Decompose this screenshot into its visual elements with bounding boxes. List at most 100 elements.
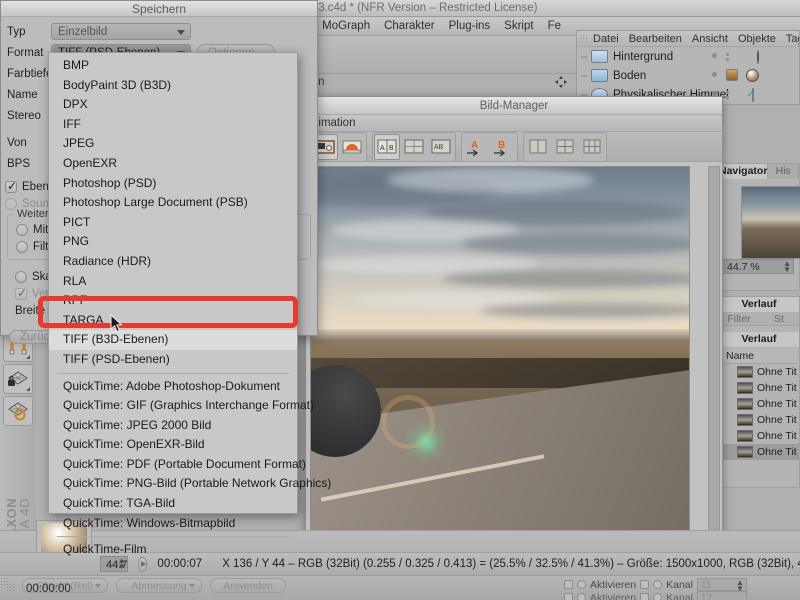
object-row-boden[interactable]: – Boden: [577, 66, 799, 85]
popup-item-bodypaint3d[interactable]: BodyPaint 3D (B3D): [49, 76, 297, 96]
popup-item-qt-gif[interactable]: QuickTime: GIF (Graphics Interchange For…: [49, 396, 314, 416]
popup-item-tiff-psd-ebenen[interactable]: TIFF (PSD-Ebenen): [49, 350, 297, 370]
compare-ab-icon[interactable]: AB: [374, 133, 400, 160]
popup-item-tiff-b3d-ebenen[interactable]: TIFF (B3D-Ebenen): [49, 330, 297, 350]
material-tag-icon[interactable]: [746, 69, 759, 82]
row-checkbox-2[interactable]: [640, 580, 650, 589]
panel-grip-icon[interactable]: [579, 34, 588, 44]
popup-item-pict[interactable]: PICT: [49, 213, 297, 233]
abmessung-dropdown[interactable]: Abmessung: [116, 578, 202, 593]
set-a-icon[interactable]: A: [463, 134, 489, 160]
row-checkbox[interactable]: [564, 593, 573, 600]
skalieren-checkbox[interactable]: [15, 270, 27, 283]
layout-quad-icon[interactable]: [552, 134, 578, 160]
attr-row-2[interactable]: Aktivieren Kanal 12: [560, 591, 747, 600]
kanal-radio[interactable]: [653, 593, 663, 600]
speichern-titlebar[interactable]: Speichern: [1, 1, 317, 17]
popup-item-qt-jpeg2000[interactable]: QuickTime: JPEG 2000 Bild: [49, 416, 297, 436]
anwenden-button[interactable]: Anwenden: [210, 578, 286, 593]
list-item[interactable]: Ohne Tit: [719, 412, 799, 428]
navigator-panel[interactable]: Navigator His 44.7 % ▲ ▼: [718, 163, 800, 291]
diff-compare-icon[interactable]: AB: [428, 134, 454, 160]
object-manager[interactable]: Datei Bearbeiten Ansicht Objekte Tag – H…: [576, 30, 800, 105]
lock-axis-icon[interactable]: [3, 364, 33, 394]
object-row-hintergrund[interactable]: – Hintergrund: [577, 47, 799, 66]
typ-row[interactable]: Typ Einzelbild: [1, 21, 317, 42]
toolgroup-layout[interactable]: [523, 131, 607, 162]
timeline-grip-icon[interactable]: [6, 583, 14, 593]
verlauf-filter-row[interactable]: Filter St: [719, 312, 799, 326]
menu-plugins[interactable]: Plug-ins: [449, 20, 491, 32]
navigator-tabstrip[interactable]: Navigator His: [719, 164, 799, 179]
popup-item-iff[interactable]: IFF: [49, 115, 297, 135]
toolgroup-compare[interactable]: AB AB: [372, 131, 456, 162]
obj-menu-bearbeiten[interactable]: Bearbeiten: [629, 33, 682, 45]
typ-dropdown[interactable]: Einzelbild: [51, 23, 191, 40]
obj-menu-tag[interactable]: Tag: [786, 33, 799, 45]
render-preview-icon[interactable]: [339, 134, 365, 160]
obj-menu-datei[interactable]: Datei: [593, 33, 619, 45]
list-item[interactable]: Ohne Tit: [719, 364, 799, 380]
obj-menu-ansicht[interactable]: Ansicht: [692, 33, 728, 45]
verlauf-name-column-header[interactable]: Name: [721, 349, 797, 364]
set-b-icon[interactable]: B: [490, 134, 516, 160]
popup-item-qt-photoshop[interactable]: QuickTime: Adobe Photoshop-Dokument: [49, 377, 297, 397]
kanal-value-field[interactable]: 11 ▲ ▼: [696, 578, 747, 593]
bm-menu-animation[interactable]: nimation: [312, 117, 355, 129]
object-manager-menubar[interactable]: Datei Bearbeiten Ansicht Objekte Tag: [577, 31, 799, 47]
row-checkbox-2[interactable]: [640, 593, 650, 600]
tab-histogramm[interactable]: His: [768, 164, 799, 179]
stepper-icon[interactable]: ▲ ▼: [783, 260, 791, 274]
popup-item-rla[interactable]: RLA: [49, 272, 297, 292]
timecode-field[interactable]: 00:00:00: [26, 583, 71, 595]
format-popup-menu[interactable]: BMP BodyPaint 3D (B3D) DPX IFF JPEG Open…: [48, 52, 331, 556]
texture-tag-icon[interactable]: [752, 87, 754, 102]
popup-item-targa[interactable]: TARGA: [49, 311, 297, 331]
canvas-vertical-scrollbar[interactable]: [708, 166, 720, 536]
bild-manager-window[interactable]: Bild-Manager nimation AB AB A B: [305, 96, 723, 554]
material-tag-icon[interactable]: [757, 49, 759, 64]
popup-item-jpeg[interactable]: JPEG: [49, 134, 297, 154]
popup-item-qt-pdf[interactable]: QuickTime: PDF (Portable Document Format…: [49, 455, 306, 475]
row-checkbox[interactable]: [564, 580, 573, 589]
verlauf-panel[interactable]: Verlauf Filter St Verlauf Name Ohne Tit …: [718, 296, 800, 488]
popup-item-openexr[interactable]: OpenEXR: [49, 154, 297, 174]
popup-item-rpf[interactable]: RPF: [49, 291, 297, 311]
menu-skript[interactable]: Skript: [504, 20, 533, 32]
menu-mograph[interactable]: MoGraph: [322, 20, 370, 32]
popup-item-qt-openexr[interactable]: QuickTime: OpenEXR-Bild: [49, 435, 297, 455]
navigator-thumbnail[interactable]: [741, 186, 800, 259]
ebenen-checkbox[interactable]: [5, 179, 17, 193]
popup-item-qt-png[interactable]: QuickTime: PNG-Bild (Portable Network Gr…: [49, 474, 331, 494]
menu-fenster[interactable]: Fe: [548, 20, 561, 32]
popup-item-photoshop-psb[interactable]: Photoshop Large Document (PSB): [49, 193, 297, 213]
mit-qu-checkbox[interactable]: [16, 223, 28, 236]
list-item[interactable]: Ohne Tit: [719, 428, 799, 444]
popup-item-radiance-hdr[interactable]: Radiance (HDR): [49, 252, 297, 272]
popup-item-bmp[interactable]: BMP: [49, 56, 297, 76]
list-item[interactable]: Ohne Tit: [719, 396, 799, 412]
navigator-zoom-field[interactable]: 44.7 % ▲ ▼: [722, 259, 794, 274]
popup-item-png[interactable]: PNG: [49, 232, 297, 252]
grid-compare-icon[interactable]: [401, 134, 427, 160]
popup-item-photoshop-psd[interactable]: Photoshop (PSD): [49, 174, 297, 194]
attr-row-1[interactable]: Aktivieren Kanal 11 ▲ ▼: [560, 578, 747, 593]
aktivieren-radio[interactable]: [577, 580, 586, 589]
tab-navigator[interactable]: Navigator: [719, 164, 769, 179]
layout-split-icon[interactable]: [525, 134, 551, 160]
filter-checkbox[interactable]: [16, 240, 28, 253]
aktivieren-radio[interactable]: [577, 593, 586, 600]
popup-item-dpx[interactable]: DPX: [49, 95, 297, 115]
move-view-icon[interactable]: [555, 76, 567, 91]
popup-item-quicktime-film[interactable]: QuickTime-Film: [49, 540, 297, 560]
toolgroup-set-ab[interactable]: A B: [461, 131, 518, 162]
object-visibility-dots[interactable]: [712, 52, 729, 61]
toolgroup-view-mode[interactable]: [310, 131, 367, 162]
image-canvas[interactable]: [310, 166, 690, 536]
layout-tiles-icon[interactable]: [579, 134, 605, 160]
bild-manager-toolbar[interactable]: AB AB A B: [306, 131, 722, 162]
popup-item-qt-tga[interactable]: QuickTime: TGA-Bild: [49, 494, 297, 514]
menu-charakter[interactable]: Charakter: [384, 20, 435, 32]
popup-item-qt-windows-bitmap[interactable]: QuickTime: Windows-Bitmapbild: [49, 514, 297, 534]
bild-manager-titlebar[interactable]: Bild-Manager: [306, 97, 722, 115]
